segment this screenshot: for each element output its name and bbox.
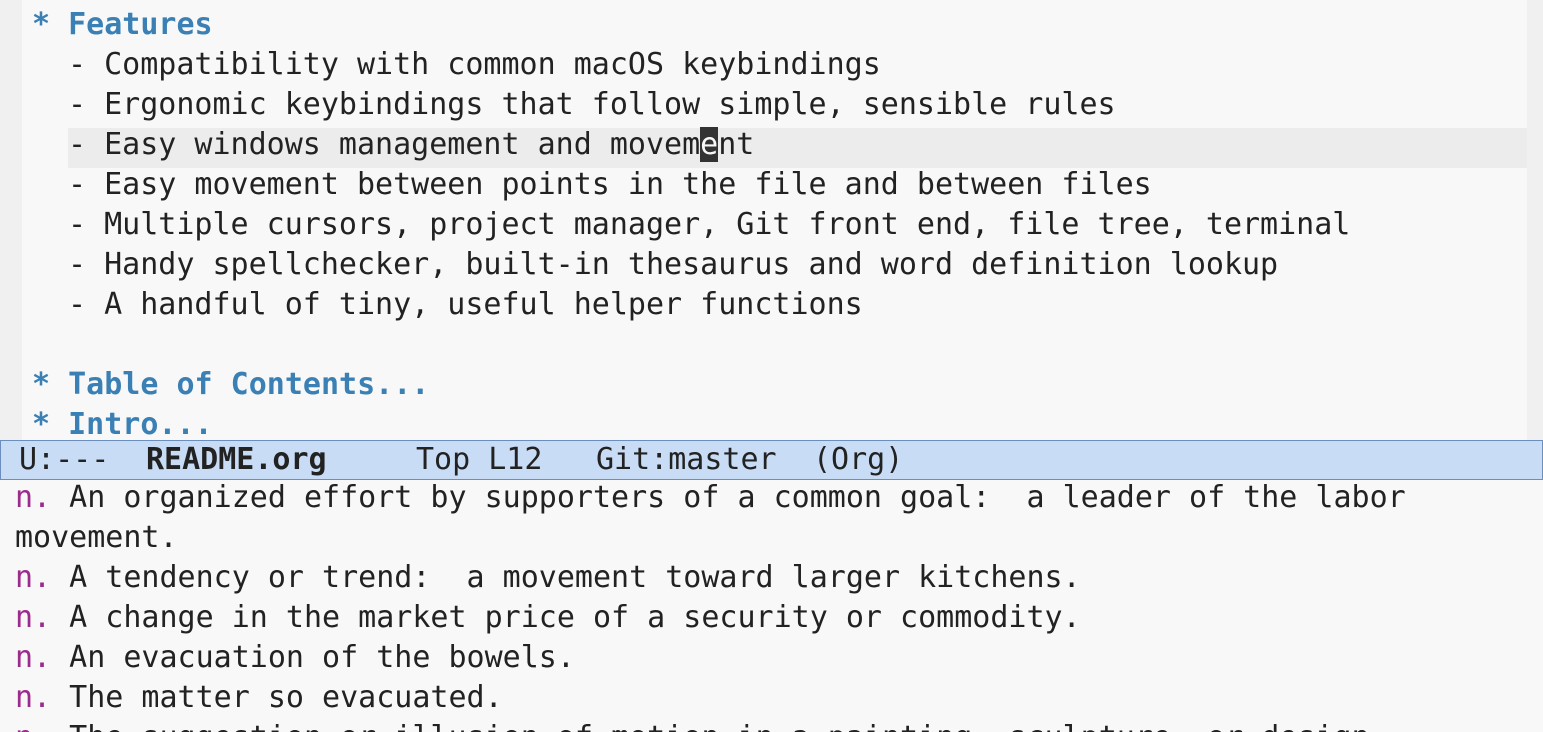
definition-line: n. An organized effort by supporters of … — [15, 478, 1406, 518]
right-fringe — [1527, 0, 1543, 440]
features-heading[interactable]: * Features — [32, 5, 213, 45]
definition-text: A tendency or trend: a movement toward l… — [51, 560, 1081, 595]
definition-text: The suggestion or illusion of motion in … — [51, 720, 1388, 732]
major-mode[interactable]: (Org) — [813, 441, 903, 479]
text-cursor: e — [700, 127, 719, 162]
text-before-cursor: - Easy windows management and movem — [68, 127, 701, 162]
pos-label: n. — [15, 720, 51, 732]
pos-label: n. — [15, 640, 52, 675]
buffer-status: U:--- — [19, 442, 110, 477]
editor-window[interactable]: * Features - Compatibility with common m… — [0, 0, 1543, 440]
feature-item[interactable]: - Compatibility with common macOS keybin… — [68, 45, 881, 85]
definition-line: n. The suggestion or illusion of motion … — [15, 718, 1388, 732]
feature-item[interactable]: - Multiple cursors, project manager, Git… — [68, 205, 1350, 245]
definition-line: n. An evacuation of the bowels. — [15, 638, 575, 678]
mode-line[interactable]: U:--- README.org Top L12 Git:master (Org… — [0, 440, 1543, 480]
emacs-frame: * Features - Compatibility with common m… — [0, 0, 1543, 732]
feature-item[interactable]: - Handy spellchecker, built-in thesaurus… — [68, 245, 1278, 285]
pos-label: n. — [15, 560, 52, 595]
vc-branch[interactable]: Git:master — [596, 441, 777, 479]
buffer-position: Top L12 — [416, 442, 543, 477]
pos-label: n. — [15, 600, 52, 635]
feature-item[interactable]: - A handful of tiny, useful helper funct… — [68, 285, 863, 325]
definition-line: n. A tendency or trend: a movement towar… — [15, 558, 1081, 598]
buffer-name[interactable]: README.org — [146, 441, 327, 479]
definition-text: An evacuation of the bowels. — [51, 640, 575, 675]
definition-text: An organized effort by supporters of a c… — [51, 480, 1406, 515]
definition-text: movement. — [15, 520, 178, 555]
left-fringe — [0, 0, 22, 440]
intro-heading[interactable]: * Intro... — [32, 405, 213, 440]
feature-item-current[interactable]: - Easy windows management and movement — [68, 125, 754, 165]
feature-item[interactable]: - Ergonomic keybindings that follow simp… — [68, 85, 1116, 125]
definition-line: movement. — [15, 518, 178, 558]
dictionary-window[interactable]: n. An organized effort by supporters of … — [0, 478, 1543, 732]
text-after-cursor: nt — [718, 127, 755, 162]
feature-item[interactable]: - Easy movement between points in the fi… — [68, 165, 1152, 205]
definition-text: The matter so evacuated. — [51, 680, 503, 715]
pos-label: n. — [15, 480, 52, 515]
definition-line: n. The matter so evacuated. — [15, 678, 503, 718]
toc-heading[interactable]: * Table of Contents... — [32, 365, 429, 405]
pos-label: n. — [15, 680, 52, 715]
definition-line: n. A change in the market price of a sec… — [15, 598, 1081, 638]
definition-text: A change in the market price of a securi… — [51, 600, 1081, 635]
